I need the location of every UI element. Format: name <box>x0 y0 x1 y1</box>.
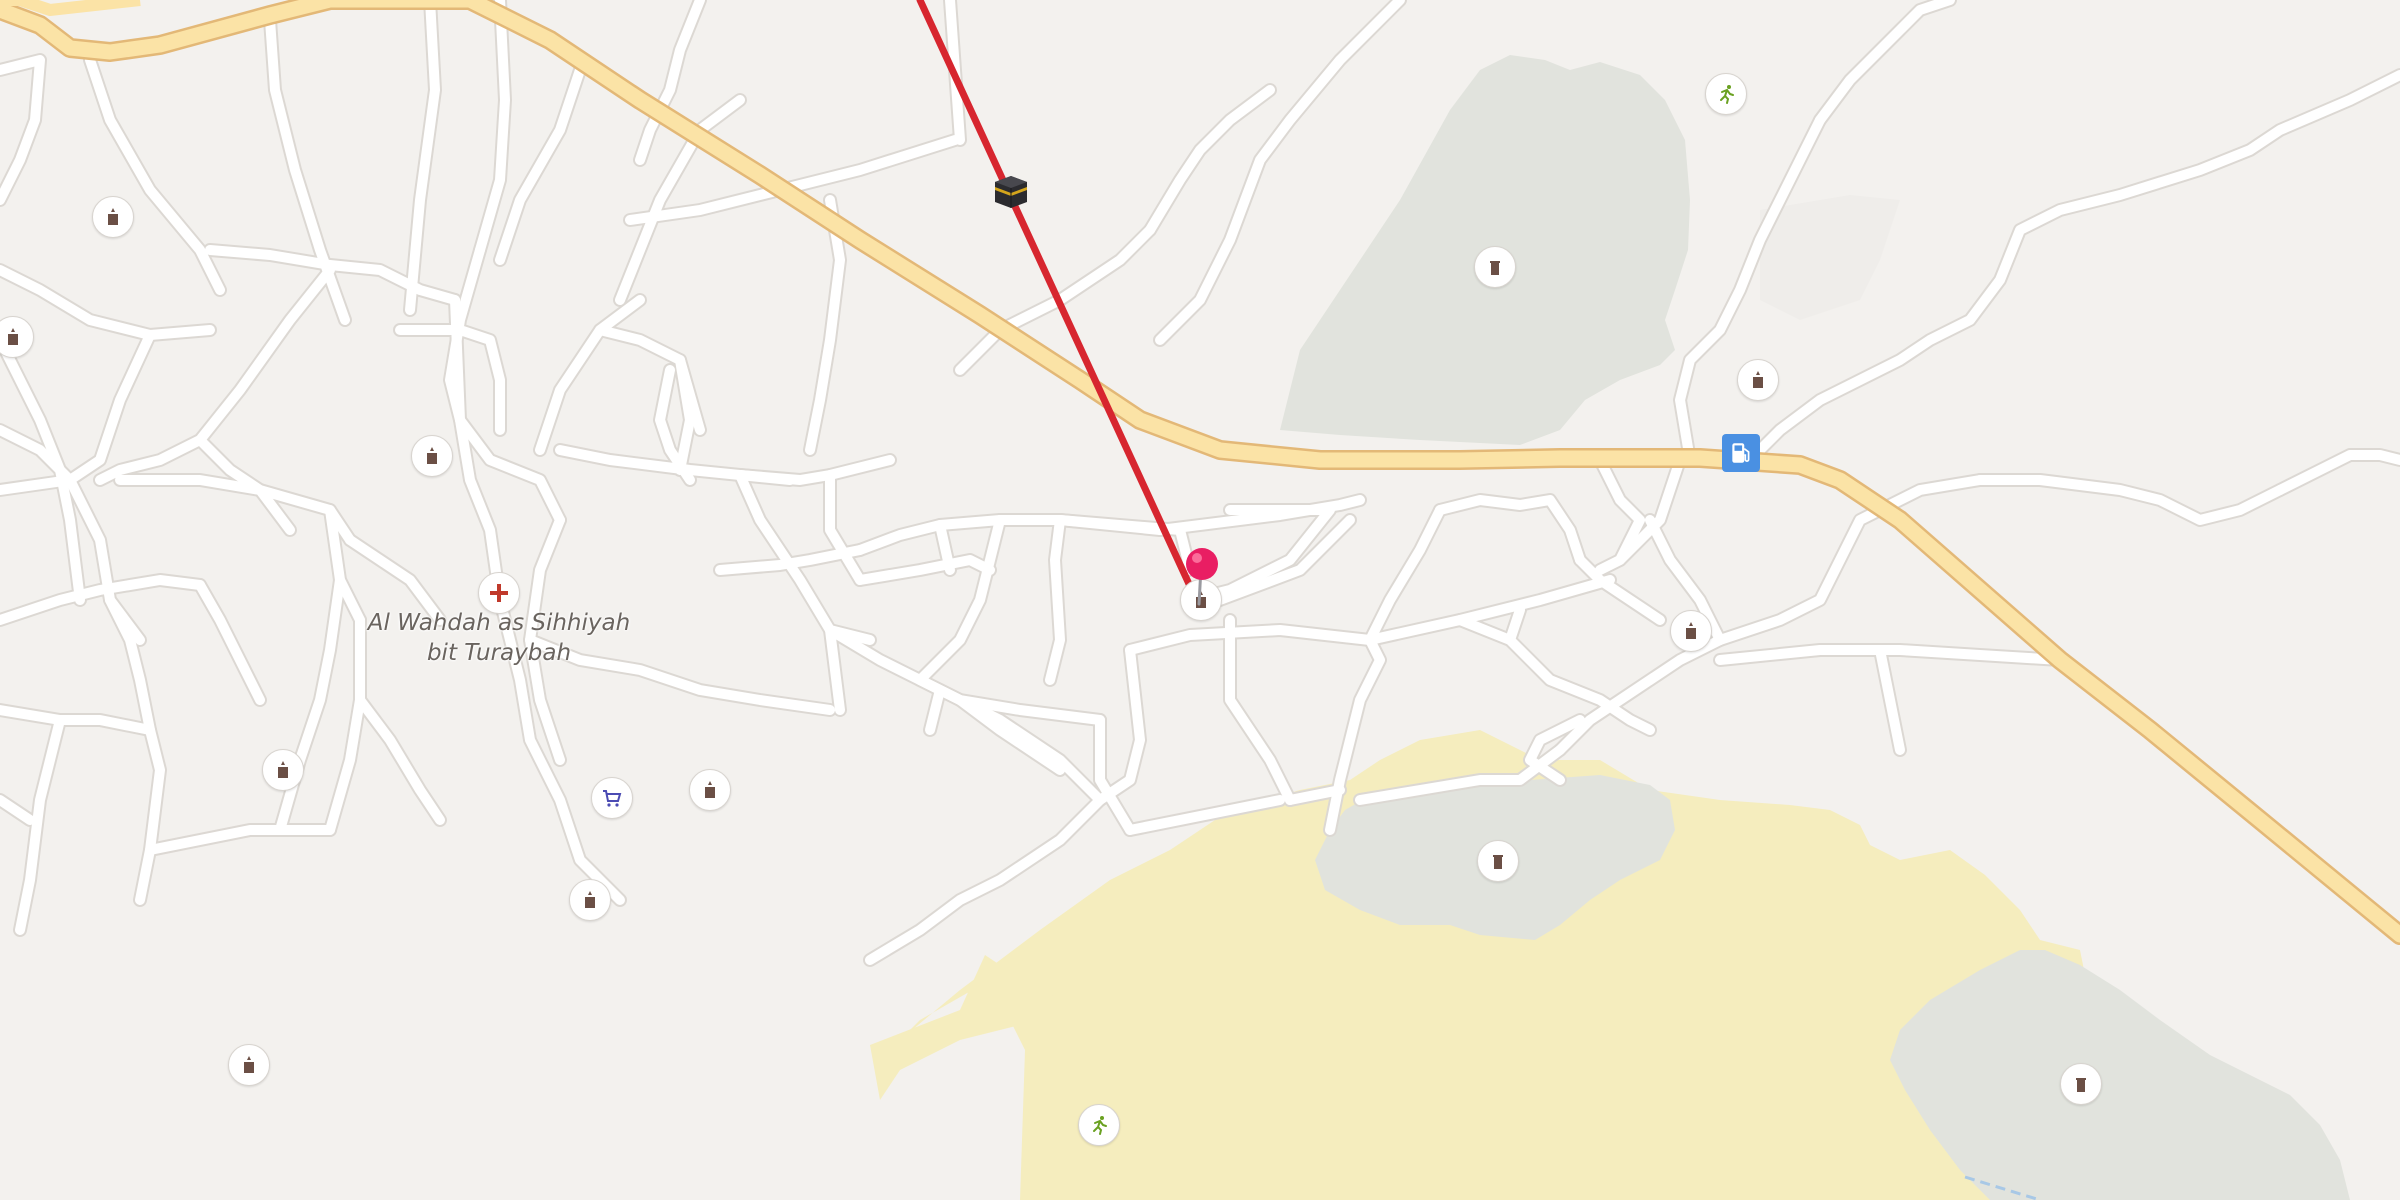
place-label-line-2: bit Turaybah <box>426 640 572 666</box>
street-80 <box>2275 450 2400 495</box>
kaaba-icon[interactable] <box>989 170 1033 214</box>
street-36 <box>535 295 645 455</box>
sports-runner-icon[interactable] <box>1078 1104 1120 1146</box>
street-16 <box>115 475 355 545</box>
mosque-icon[interactable] <box>1670 610 1712 652</box>
mosque-icon[interactable] <box>92 196 134 238</box>
street-41 <box>825 470 865 585</box>
street-87 <box>1815 0 1955 125</box>
mosque-icon[interactable] <box>411 435 453 477</box>
street-29 <box>275 575 345 835</box>
sports-runner-icon[interactable] <box>1705 73 1747 115</box>
mosque-icon[interactable] <box>262 749 304 791</box>
street-1 <box>85 55 225 295</box>
place-label: Al Wahdah as Sihhiyah bit Turaybah <box>339 608 659 668</box>
cemetery-icon[interactable] <box>1477 840 1519 882</box>
shopping-cart-icon[interactable] <box>591 777 633 819</box>
street-46 <box>735 470 795 485</box>
street-21 <box>195 580 265 705</box>
street-casing-50 <box>913 513 1007 687</box>
fuel-station-icon[interactable] <box>1722 434 1760 472</box>
street-2 <box>265 15 350 325</box>
street-22 <box>145 825 335 855</box>
cemetery-area-southeast <box>1890 950 2350 1200</box>
light-block-east <box>1760 195 1900 320</box>
street-0 <box>0 55 45 205</box>
location-pin-icon[interactable] <box>1182 544 1222 608</box>
street-19 <box>0 575 205 625</box>
place-label-line-1: Al Wahdah as Sihhiyah <box>367 610 631 636</box>
street-28 <box>355 695 445 825</box>
mosque-icon[interactable] <box>689 769 731 811</box>
street-20 <box>105 595 165 905</box>
street-5 <box>495 65 585 265</box>
cemetery-icon[interactable] <box>1474 246 1516 288</box>
mosque-icon[interactable] <box>1737 359 1779 401</box>
mosque-icon[interactable] <box>228 1044 270 1086</box>
street-70 <box>1225 615 1295 805</box>
cemetery-icon[interactable] <box>2060 1063 2102 1105</box>
minor-roads <box>0 0 2400 965</box>
mosque-icon[interactable] <box>569 879 611 921</box>
map-canvas[interactable]: Al Wahdah as Sihhiyah bit Turaybah <box>0 0 2400 1200</box>
street-casing-36 <box>533 293 647 457</box>
